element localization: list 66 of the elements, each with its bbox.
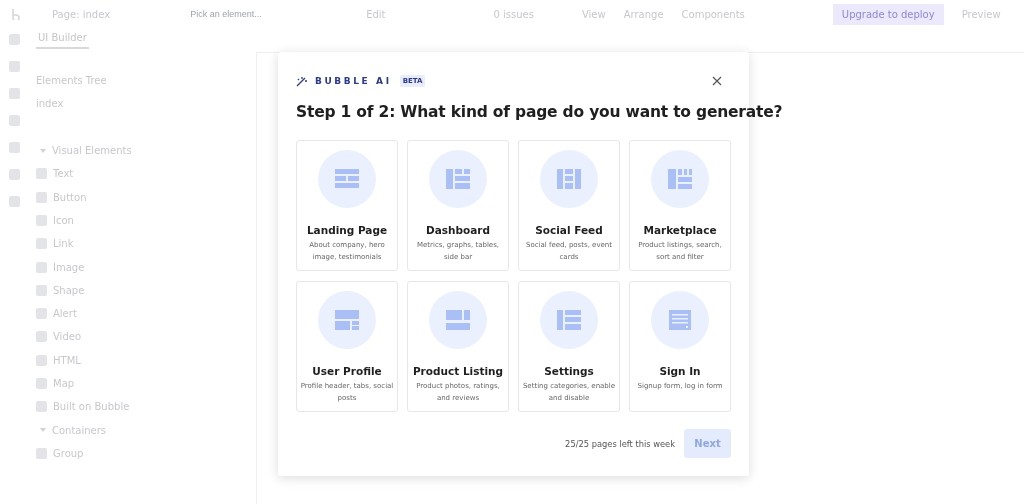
page-layout-icon (318, 291, 376, 349)
dialog-title: Step 1 of 2: What kind of page do you want to generate? (296, 102, 783, 122)
tool-icon[interactable] (8, 196, 20, 207)
tool-icon[interactable] (8, 115, 20, 126)
element-icon (36, 168, 47, 180)
tool-icon[interactable] (8, 88, 20, 99)
caret-icon[interactable] (40, 148, 46, 153)
element-icon (36, 378, 47, 389)
element-picker[interactable]: Pick an element... (188, 8, 319, 20)
tool-icon[interactable] (8, 142, 20, 153)
tree-item[interactable]: Built on Bubble (53, 401, 130, 413)
tool-icon[interactable] (8, 61, 20, 72)
card-title: Marketplace (643, 224, 717, 236)
element-icon (36, 354, 47, 366)
card-title: Dashboard (425, 224, 490, 236)
card-title: Sign In (659, 365, 701, 377)
tool-icon[interactable] (8, 169, 20, 180)
brand-label: BUBBLE AI (315, 76, 392, 86)
element-icon (36, 308, 47, 320)
element-icon (36, 238, 47, 250)
page-layout-icon (651, 150, 709, 208)
tree-item[interactable]: Alert (53, 308, 77, 320)
element-icon (36, 214, 47, 226)
tree-item[interactable]: Link (53, 238, 74, 250)
logo-icon[interactable] (10, 8, 22, 20)
page-name[interactable]: Page: index (52, 8, 111, 20)
tree-item[interactable]: Button (53, 191, 87, 203)
caret-icon[interactable] (40, 428, 46, 433)
mode-label[interactable]: Edit (366, 8, 386, 20)
tree-item[interactable]: HTML (53, 354, 81, 366)
element-icon (36, 401, 47, 413)
page-layout-icon (429, 291, 487, 349)
tree-item[interactable]: Text (53, 168, 74, 180)
tool-icon[interactable] (8, 34, 20, 45)
sidebar-tab[interactable]: UI Builder (36, 28, 89, 49)
element-icon (36, 284, 47, 296)
tree-group[interactable]: Visual Elements (52, 145, 132, 157)
page-layout-icon (651, 291, 709, 349)
card-title: User Profile (312, 365, 382, 377)
menu-item[interactable]: View (581, 8, 606, 20)
card-title: Social Feed (535, 224, 603, 236)
preview-link[interactable]: Preview (961, 8, 1001, 20)
tree-item[interactable]: Icon (53, 214, 74, 226)
magic-wand-icon (296, 75, 307, 87)
tree-item[interactable]: Group (53, 447, 84, 459)
upgrade-button[interactable]: Upgrade to deploy (832, 3, 944, 25)
element-icon (36, 261, 47, 273)
element-icon (36, 447, 47, 459)
tree-item[interactable]: Map (53, 378, 75, 389)
element-icon (36, 331, 47, 343)
tree-group[interactable]: Containers (52, 424, 107, 436)
tree-item[interactable]: Shape (53, 284, 85, 296)
card-title: Product Listing (412, 365, 504, 377)
element-icon (36, 191, 47, 203)
tree-item[interactable]: Image (53, 261, 85, 273)
page-layout-icon (540, 291, 598, 349)
card-title: Settings (544, 365, 594, 377)
tree-title: Elements Tree (36, 75, 107, 87)
page-layout-icon (540, 150, 598, 208)
page-layout-icon (318, 150, 376, 208)
tree-item[interactable]: Video (53, 331, 82, 343)
page-layout-icon (429, 150, 487, 208)
card-title: Landing Page (306, 224, 388, 236)
menu-item[interactable]: Arrange (623, 8, 664, 20)
close-button[interactable] (711, 75, 723, 87)
quota-text: 25/25 pages left this week (565, 438, 675, 449)
